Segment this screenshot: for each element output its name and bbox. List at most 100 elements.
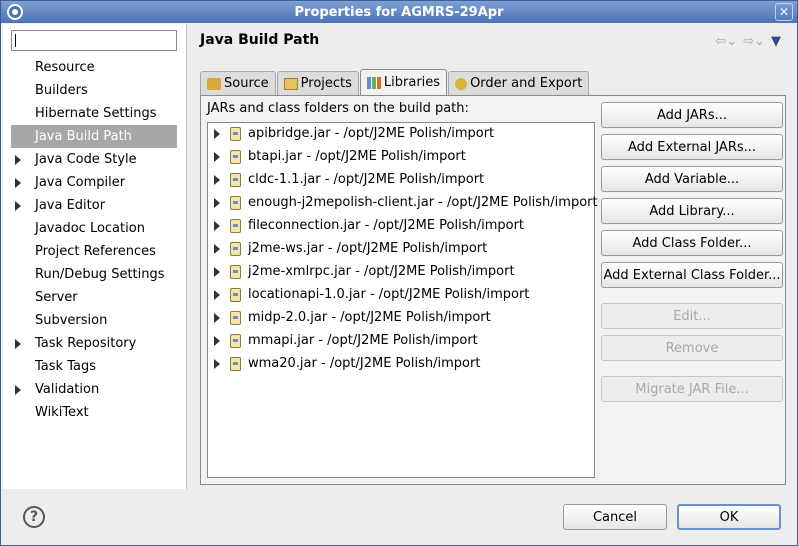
library-label: j2me-ws.jar - /opt/J2ME Polish/import [248,241,488,256]
sidebar-item[interactable]: Java Code Style [3,148,187,171]
edit-button[interactable]: Edit... [601,303,783,329]
page-navigation: ⇦⌄ ⇨⌄ ▼ [715,34,781,49]
library-label: mmapi.jar - /opt/J2ME Polish/import [248,333,478,348]
sidebar-item-label: Hibernate Settings [35,106,157,121]
jar-icon [230,357,241,371]
expand-arrow-icon[interactable] [15,201,21,211]
expand-arrow-icon[interactable] [214,152,220,162]
tab-projects[interactable]: Projects [276,71,359,95]
library-entry[interactable]: cldc-1.1.jar - /opt/J2ME Polish/import [208,169,594,192]
jar-icon [230,127,241,141]
sidebar-item[interactable]: Run/Debug Settings [3,263,187,286]
tab-source[interactable]: Source [200,71,276,95]
tab-libraries[interactable]: Libraries [359,69,448,95]
sidebar-item-label: Javadoc Location [35,221,145,236]
tab-label: Projects [300,76,352,91]
add-external-class-folder-button[interactable]: Add External Class Folder... [601,262,783,288]
expand-arrow-icon[interactable] [214,313,220,323]
sidebar-item-label: Java Code Style [35,152,137,167]
library-entry[interactable]: mmapi.jar - /opt/J2ME Polish/import [208,330,594,353]
library-entry[interactable]: midp-2.0.jar - /opt/J2ME Polish/import [208,307,594,330]
sidebar-item[interactable]: Validation [3,378,187,401]
sidebar-item[interactable]: Java Compiler [3,171,187,194]
sidebar-item-label: Java Compiler [35,175,126,190]
sidebar-item[interactable]: Resource [3,56,187,79]
expand-arrow-icon[interactable] [214,244,220,254]
dialog-button-bar: ? Cancel OK [1,489,797,545]
close-button[interactable]: ✕ [775,3,793,21]
library-entry[interactable]: btapi.jar - /opt/J2ME Polish/import [208,146,594,169]
library-label: btapi.jar - /opt/J2ME Polish/import [248,149,466,164]
library-entry[interactable]: apibridge.jar - /opt/J2ME Polish/import [208,123,594,146]
libraries-icon [366,76,381,89]
sidebar-item[interactable]: Java Build Path [11,125,177,148]
order-export-icon [455,77,468,90]
sidebar-item[interactable]: Subversion [3,309,187,332]
expand-arrow-icon[interactable] [15,178,21,188]
sidebar-item[interactable]: Builders [3,79,187,102]
expand-arrow-icon[interactable] [214,290,220,300]
expand-arrow-icon[interactable] [15,339,21,349]
add-library-button[interactable]: Add Library... [601,198,783,224]
library-label: j2me-xmlrpc.jar - /opt/J2ME Polish/impor… [248,264,515,279]
sidebar-item[interactable]: Hibernate Settings [3,102,187,125]
sidebar-item-label: Run/Debug Settings [35,267,165,282]
library-entry[interactable]: enough-j2mepolish-client.jar - /opt/J2ME… [208,192,598,215]
forward-arrow-icon[interactable]: ⇨⌄ [743,34,765,49]
filter-input[interactable] [11,30,177,51]
expand-arrow-icon[interactable] [214,198,220,208]
tab-order-and-export[interactable]: Order and Export [448,71,590,95]
sidebar-item[interactable]: Javadoc Location [3,217,187,240]
back-arrow-icon[interactable]: ⇦⌄ [715,34,737,49]
eclipse-icon[interactable] [7,4,23,20]
build-path-tabs: Source Projects Libraries Order and Expo… [200,69,590,95]
expand-arrow-icon[interactable] [15,385,21,395]
migrate-jar-button[interactable]: Migrate JAR File... [601,376,783,402]
library-entry[interactable]: locationapi-1.0.jar - /opt/J2ME Polish/i… [208,284,594,307]
sidebar-item[interactable]: WikiText [3,401,187,424]
cancel-button[interactable]: Cancel [563,504,667,530]
expand-arrow-icon[interactable] [214,336,220,346]
sidebar-item[interactable]: Task Tags [3,355,187,378]
jar-icon [230,311,241,325]
library-entry[interactable]: wma20.jar - /opt/J2ME Polish/import [208,353,594,376]
sidebar-item-label: Task Tags [35,359,96,374]
library-entry[interactable]: j2me-ws.jar - /opt/J2ME Polish/import [208,238,594,261]
sidebar-item[interactable]: Project References [3,240,187,263]
jar-icon [230,196,241,210]
sidebar-item-label: Task Repository [35,336,137,351]
jar-icon [230,265,241,279]
add-variable-button[interactable]: Add Variable... [601,166,783,192]
sidebar-item-label: Server [35,290,78,305]
tab-label: Order and Export [470,76,583,91]
library-entry[interactable]: fileconnection.jar - /opt/J2ME Polish/im… [208,215,594,238]
sidebar-item-label: Validation [35,382,100,397]
jar-icon [230,219,241,233]
library-label: cldc-1.1.jar - /opt/J2ME Polish/import [248,172,485,187]
expand-arrow-icon[interactable] [214,359,220,369]
add-external-jars-button[interactable]: Add External JARs... [601,134,783,160]
properties-dialog: Properties for AGMRS-29Apr ✕ Resource Bui… [0,0,798,546]
help-icon[interactable]: ? [23,506,45,528]
sidebar-item[interactable]: Java Editor [3,194,187,217]
jar-icon [230,288,241,302]
sidebar-item-label: Resource [35,60,95,75]
expand-arrow-icon[interactable] [214,129,220,139]
view-menu-icon[interactable]: ▼ [771,34,781,49]
library-entry[interactable]: j2me-xmlrpc.jar - /opt/J2ME Polish/impor… [208,261,594,284]
library-label: midp-2.0.jar - /opt/J2ME Polish/import [248,310,491,325]
add-class-folder-button[interactable]: Add Class Folder... [601,230,783,256]
sidebar-item[interactable]: Task Repository [3,332,187,355]
expand-arrow-icon[interactable] [214,267,220,277]
sidebar-item[interactable]: Server [3,286,187,309]
remove-button[interactable]: Remove [601,335,783,361]
add-jars-button[interactable]: Add JARs... [601,102,783,128]
library-list[interactable]: apibridge.jar - /opt/J2ME Polish/import b… [207,122,598,478]
expand-arrow-icon[interactable] [214,221,220,231]
expand-arrow-icon[interactable] [214,175,220,185]
ok-button[interactable]: OK [677,504,781,530]
expand-arrow-icon[interactable] [15,155,21,165]
title-bar: Properties for AGMRS-29Apr ✕ [1,1,797,23]
project-icon [283,77,298,90]
jar-icon [230,173,241,187]
